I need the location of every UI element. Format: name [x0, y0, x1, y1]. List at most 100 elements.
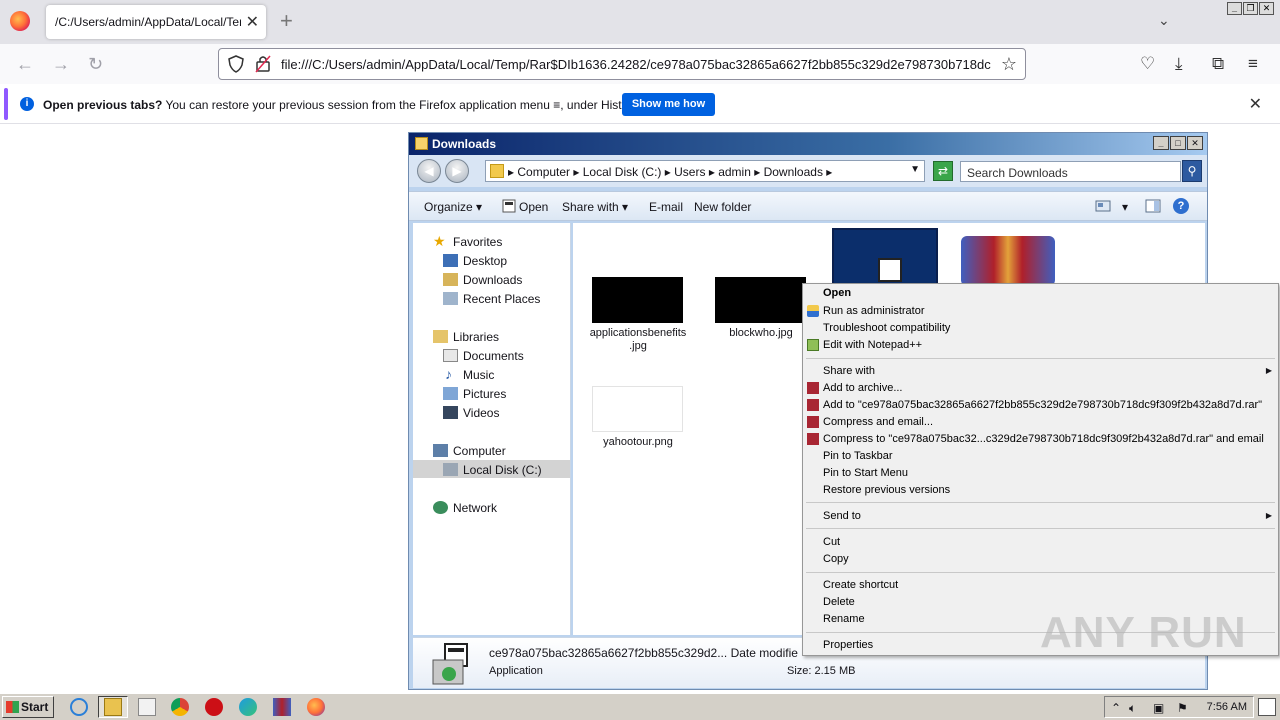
tray-expand-icon[interactable]: ⌃ [1111, 701, 1121, 715]
change-view-icon[interactable] [1095, 198, 1111, 214]
close-icon[interactable]: ✕ [1259, 2, 1274, 15]
application-icon[interactable] [832, 228, 938, 286]
menu-pin-start[interactable]: Pin to Start Menu [823, 467, 908, 479]
explorer-minimize-icon[interactable]: _ [1153, 136, 1169, 150]
pocket-icon[interactable]: ♡ [1140, 54, 1155, 74]
breadcrumb-users[interactable]: Users [674, 165, 705, 179]
explorer-folder-icon[interactable] [104, 698, 122, 716]
nav-recent-places[interactable]: Recent Places [463, 292, 540, 306]
search-input[interactable]: Search Downloads [960, 161, 1181, 182]
url-bar[interactable]: file:///C:/Users/admin/AppData/Local/Tem… [218, 48, 1026, 80]
nav-desktop[interactable]: Desktop [463, 254, 507, 268]
explorer-maximize-icon[interactable]: □ [1170, 136, 1186, 150]
clock[interactable]: 7:56 AM [1207, 701, 1247, 713]
preview-pane-icon[interactable] [1145, 198, 1161, 214]
menu-pin-taskbar[interactable]: Pin to Taskbar [823, 450, 893, 462]
network-tray-icon[interactable]: ▣ [1153, 701, 1164, 715]
email-button[interactable]: E-mail [649, 200, 683, 214]
menu-share-with[interactable]: Share with [823, 365, 875, 377]
explorer-forward-icon[interactable]: ▶ [445, 159, 469, 183]
explorer-back-icon[interactable]: ◀ [417, 159, 441, 183]
breadcrumb-computer[interactable]: Computer [517, 165, 570, 179]
menu-add-to-archive[interactable]: Add to archive... [823, 382, 903, 394]
file-thumbnail-applicationsbenefits[interactable] [592, 277, 683, 323]
nav-pictures[interactable]: Pictures [463, 387, 506, 401]
action-center-flag-icon[interactable]: ⚑ [1177, 701, 1188, 715]
tab-close-icon[interactable]: ✕ [246, 12, 259, 32]
menu-cut[interactable]: Cut [823, 536, 840, 548]
nav-local-disk[interactable]: Local Disk (C:) [463, 463, 542, 477]
search-icon[interactable]: ⚲ [1182, 160, 1202, 182]
view-options-dropdown-icon[interactable]: ▾ [1122, 200, 1128, 214]
opera-icon[interactable] [205, 698, 223, 716]
file-thumbnail-yahootour[interactable] [592, 386, 683, 432]
share-with-button[interactable]: Share with ▾ [562, 200, 628, 214]
menu-delete[interactable]: Delete [823, 596, 855, 608]
menu-add-to-rar[interactable]: Add to "ce978a075bac32865a6627f2bb855c32… [823, 399, 1262, 411]
menu-compress-email[interactable]: Compress and email... [823, 416, 933, 428]
app-menu-icon[interactable]: ≡ [1248, 54, 1258, 74]
breadcrumb-root-arrow[interactable]: ▸ [508, 165, 517, 179]
volume-icon[interactable]: 🔈︎ [1129, 701, 1136, 716]
nav-music[interactable]: Music [463, 368, 494, 382]
menu-rename[interactable]: Rename [823, 613, 865, 625]
nav-libraries[interactable]: Libraries [453, 330, 499, 344]
menu-properties[interactable]: Properties [823, 639, 873, 651]
show-desktop-icon[interactable] [1258, 698, 1276, 716]
menu-troubleshoot[interactable]: Troubleshoot compatibility [823, 322, 950, 334]
downloads-icon[interactable]: ⤓ [1175, 54, 1183, 74]
organize-button[interactable]: Organize ▾ [424, 200, 482, 214]
chrome-icon[interactable] [171, 698, 189, 716]
infobar-close-icon[interactable]: ✕ [1249, 94, 1262, 114]
reload-icon[interactable]: ↻ [88, 54, 103, 74]
restore-icon[interactable]: ❐ [1243, 2, 1258, 15]
insecure-lock-icon[interactable] [255, 55, 271, 73]
new-folder-button[interactable]: New folder [694, 200, 751, 214]
list-all-tabs-icon[interactable]: ⌄ [1158, 12, 1170, 29]
winrar-taskbar-icon[interactable] [273, 698, 291, 716]
breadcrumb-downloads[interactable]: Downloads [764, 165, 823, 179]
menu-compress-rar-email[interactable]: Compress to "ce978a075bac32...c329d2e798… [823, 433, 1264, 445]
firefox-logo-icon[interactable] [10, 11, 30, 31]
menu-restore-versions[interactable]: Restore previous versions [823, 484, 950, 496]
nav-videos[interactable]: Videos [463, 406, 499, 420]
firefox-taskbar-icon[interactable] [307, 698, 325, 716]
breadcrumb-local-disk[interactable]: Local Disk (C:) [583, 165, 662, 179]
file-thumbnail-blockwho[interactable] [715, 277, 806, 323]
file-label[interactable]: yahootour.png [583, 436, 693, 449]
extensions-icon[interactable]: ⧉ [1212, 54, 1224, 74]
browser-tab[interactable]: /C:/Users/admin/AppData/Local/Temp/Ra ✕ [46, 5, 266, 39]
nav-computer[interactable]: Computer [453, 444, 506, 458]
new-tab-icon[interactable]: + [280, 9, 293, 33]
winrar-archive-icon[interactable] [961, 236, 1055, 286]
nav-documents[interactable]: Documents [463, 349, 524, 363]
menu-run-as-admin[interactable]: Run as administrator [823, 305, 925, 317]
menu-send-to[interactable]: Send to [823, 510, 861, 522]
address-dropdown-icon[interactable]: ▼ [910, 164, 920, 175]
show-me-how-button[interactable]: Show me how [622, 93, 715, 116]
minimize-icon[interactable]: _ [1227, 2, 1242, 15]
nav-downloads[interactable]: Downloads [463, 273, 522, 287]
menu-copy[interactable]: Copy [823, 553, 849, 565]
back-arrow-icon[interactable]: ← [16, 54, 34, 74]
breadcrumb-admin[interactable]: admin [718, 165, 751, 179]
file-label[interactable]: blockwho.jpg [706, 327, 816, 340]
explorer-close-icon[interactable]: ✕ [1187, 136, 1203, 150]
start-button[interactable]: Start [2, 696, 54, 718]
media-player-icon[interactable] [138, 698, 156, 716]
menu-create-shortcut[interactable]: Create shortcut [823, 579, 898, 591]
explorer-title-bar[interactable]: Downloads _ □ ✕ [409, 133, 1207, 155]
explorer-refresh-icon[interactable]: ⇄ [933, 161, 953, 181]
tracking-shield-icon[interactable] [227, 55, 245, 73]
internet-explorer-icon[interactable] [70, 698, 88, 716]
menu-edit-notepad[interactable]: Edit with Notepad++ [823, 339, 922, 351]
nav-network[interactable]: Network [453, 501, 497, 515]
help-icon[interactable]: ? [1173, 198, 1189, 214]
menu-open[interactable]: Open [823, 287, 851, 299]
edge-icon[interactable] [239, 698, 257, 716]
breadcrumb[interactable]: ▸ Computer ▸ Local Disk (C:) ▸ Users ▸ a… [485, 160, 925, 182]
url-text[interactable]: file:///C:/Users/admin/AppData/Local/Tem… [281, 57, 991, 72]
bookmark-star-icon[interactable]: ☆ [1001, 54, 1017, 75]
file-label[interactable]: applicationsbenefits .jpg [583, 327, 693, 353]
nav-favorites[interactable]: Favorites [453, 235, 502, 249]
